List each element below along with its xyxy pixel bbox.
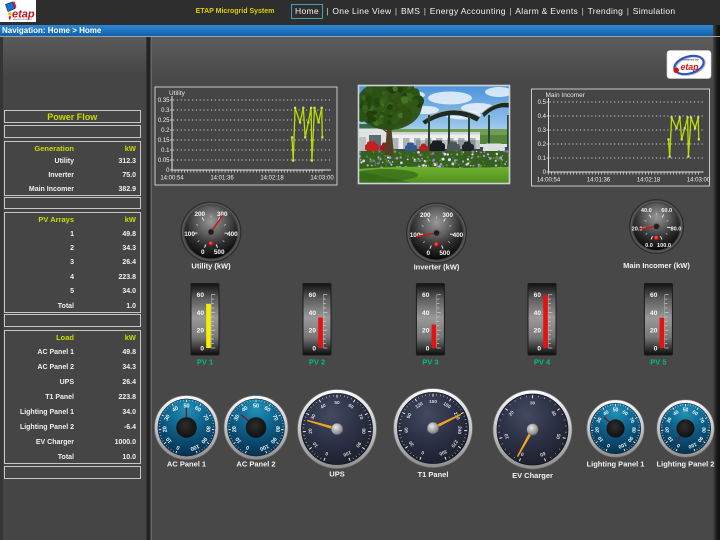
svg-text:60: 60 — [534, 292, 542, 299]
svg-text:60: 60 — [422, 292, 430, 299]
svg-text:14:01:36: 14:01:36 — [210, 176, 234, 182]
svg-text:100: 100 — [184, 231, 195, 238]
svg-text:60.0: 60.0 — [661, 208, 672, 214]
svg-text:400: 400 — [227, 231, 238, 238]
svg-text:14:03:00: 14:03:00 — [687, 178, 711, 184]
svg-text:50: 50 — [253, 403, 259, 409]
svg-text:PV 2: PV 2 — [309, 358, 325, 367]
svg-text:PV 1: PV 1 — [197, 358, 213, 367]
svg-text:50: 50 — [613, 408, 619, 414]
svg-text:40: 40 — [534, 310, 542, 317]
svg-text:14:00:54: 14:00:54 — [160, 176, 184, 182]
svg-text:20: 20 — [422, 328, 430, 335]
svg-text:80: 80 — [204, 426, 210, 433]
svg-text:30: 30 — [530, 400, 536, 406]
svg-text:500: 500 — [214, 249, 225, 256]
svg-text:Utility: Utility — [169, 90, 186, 97]
svg-text:EV Charger: EV Charger — [512, 471, 553, 480]
svg-text:40: 40 — [422, 310, 430, 317]
svg-text:0.25: 0.25 — [158, 118, 170, 124]
svg-text:240: 240 — [456, 426, 463, 435]
svg-text:60: 60 — [197, 292, 205, 299]
svg-text:Powered by: Powered by — [681, 58, 699, 62]
svg-text:0: 0 — [426, 345, 430, 352]
svg-text:80: 80 — [274, 426, 280, 433]
svg-text:Lighting Panel 1: Lighting Panel 1 — [587, 460, 645, 469]
svg-text:400: 400 — [453, 232, 464, 239]
svg-text:20: 20 — [309, 328, 317, 335]
svg-text:Main Incomer: Main Incomer — [546, 92, 586, 99]
svg-text:0: 0 — [537, 345, 541, 352]
svg-text:0.1: 0.1 — [161, 148, 170, 154]
svg-text:60: 60 — [309, 292, 317, 299]
svg-text:T1 Panel: T1 Panel — [418, 470, 449, 479]
svg-text:300: 300 — [442, 212, 453, 219]
svg-text:14:01:36: 14:01:36 — [587, 178, 611, 184]
svg-text:50: 50 — [683, 408, 689, 414]
svg-text:Lighting Panel 2: Lighting Panel 2 — [657, 460, 715, 469]
svg-text:80: 80 — [630, 427, 636, 433]
svg-text:20: 20 — [665, 427, 671, 433]
svg-text:14:00:54: 14:00:54 — [537, 178, 561, 184]
svg-text:20: 20 — [650, 328, 658, 335]
svg-text:60: 60 — [404, 427, 410, 433]
svg-text:14:03:00: 14:03:00 — [310, 176, 334, 182]
svg-text:80: 80 — [360, 428, 366, 434]
svg-text:0.2: 0.2 — [538, 142, 547, 148]
svg-text:Utility (kW): Utility (kW) — [191, 262, 231, 271]
svg-text:0.2: 0.2 — [161, 128, 170, 134]
svg-text:0.3: 0.3 — [538, 128, 547, 134]
svg-text:200: 200 — [420, 212, 431, 219]
svg-text:14:02:18: 14:02:18 — [637, 178, 661, 184]
svg-text:500: 500 — [439, 250, 450, 257]
svg-text:PV 4: PV 4 — [534, 358, 551, 367]
svg-text:0.0: 0.0 — [645, 243, 653, 249]
svg-text:20: 20 — [232, 426, 238, 433]
svg-text:etap: etap — [680, 62, 699, 72]
svg-text:40: 40 — [650, 310, 658, 317]
svg-text:60: 60 — [650, 292, 658, 299]
svg-text:150: 150 — [429, 399, 437, 405]
svg-text:0.35: 0.35 — [158, 98, 170, 104]
svg-text:40.0: 40.0 — [641, 208, 652, 214]
svg-text:0.4: 0.4 — [538, 114, 547, 120]
svg-text:20: 20 — [595, 427, 601, 433]
svg-text:Main Incomer (kW): Main Incomer (kW) — [623, 261, 690, 270]
svg-text:0: 0 — [201, 249, 205, 256]
svg-text:20: 20 — [197, 328, 205, 335]
svg-text:AC Panel 2: AC Panel 2 — [236, 460, 275, 469]
svg-text:0.1: 0.1 — [538, 156, 547, 162]
svg-text:14:02:18: 14:02:18 — [260, 176, 284, 182]
svg-text:40: 40 — [197, 310, 205, 317]
svg-text:0.3: 0.3 — [161, 108, 170, 114]
svg-text:80: 80 — [700, 427, 706, 433]
svg-text:80.0: 80.0 — [670, 226, 681, 232]
svg-text:0: 0 — [312, 345, 316, 352]
svg-text:0: 0 — [200, 345, 204, 352]
svg-text:0: 0 — [654, 345, 658, 352]
svg-text:100.0: 100.0 — [657, 243, 671, 249]
svg-text:20: 20 — [308, 428, 314, 434]
svg-text:Inverter (kW): Inverter (kW) — [414, 263, 460, 272]
svg-text:PV 3: PV 3 — [422, 358, 438, 367]
svg-text:20: 20 — [162, 426, 168, 433]
svg-text:0.5: 0.5 — [538, 100, 547, 106]
svg-text:UPS: UPS — [329, 470, 344, 479]
svg-text:0.15: 0.15 — [158, 138, 170, 144]
svg-text:50: 50 — [334, 400, 340, 406]
svg-text:40: 40 — [309, 310, 317, 317]
svg-text:AC Panel 1: AC Panel 1 — [167, 460, 206, 469]
svg-text:0.05: 0.05 — [158, 158, 170, 164]
svg-text:200: 200 — [194, 211, 205, 218]
svg-text:0: 0 — [427, 250, 431, 257]
svg-text:PV 5: PV 5 — [650, 358, 666, 367]
svg-text:20: 20 — [534, 328, 542, 335]
